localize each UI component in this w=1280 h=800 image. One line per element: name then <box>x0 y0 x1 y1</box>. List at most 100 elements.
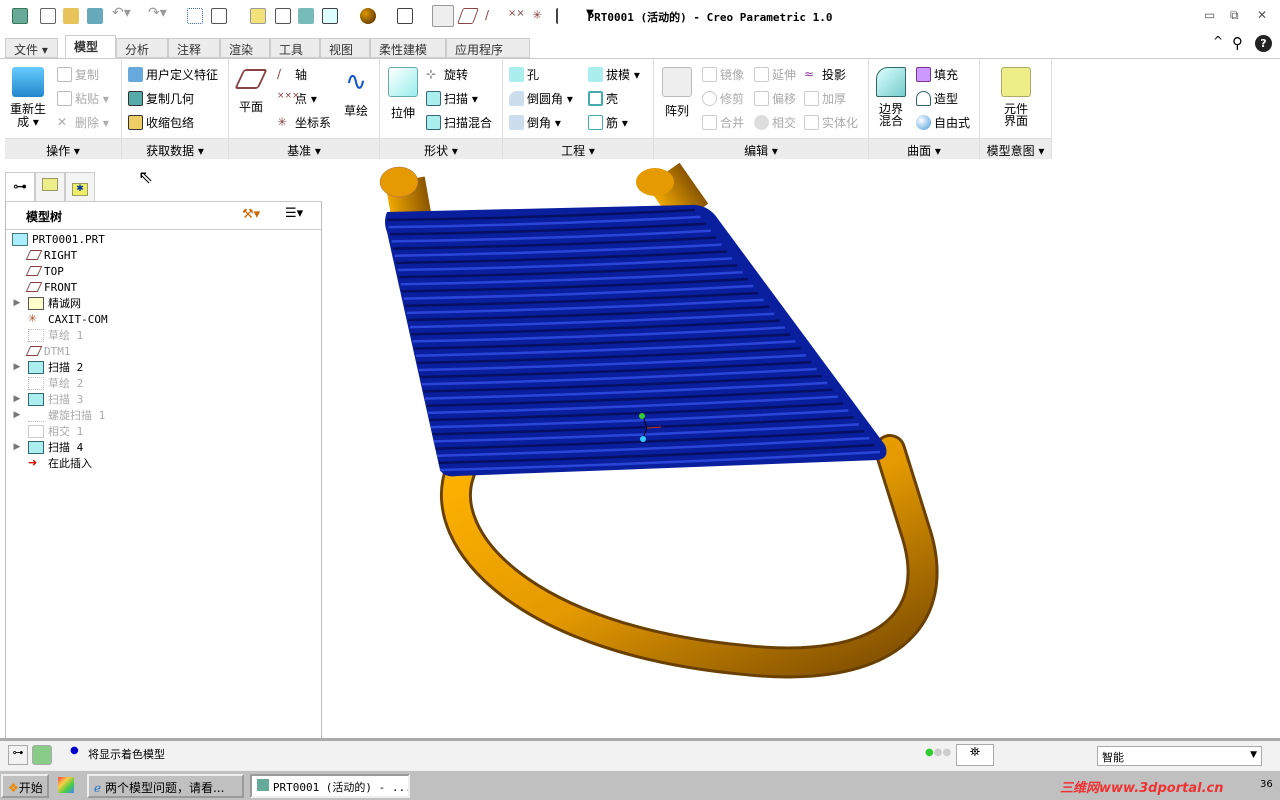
plane-button[interactable]: 平面 <box>233 69 269 114</box>
group-label-get-data[interactable]: 获取数据 ▾ <box>122 138 228 159</box>
extrude-button[interactable]: 拉伸 <box>386 67 420 120</box>
mirror-button[interactable]: 镜像 <box>702 66 744 83</box>
tree-item[interactable]: ➜ 在此插入 <box>6 455 92 471</box>
tree-item[interactable]: ▶ 扫描 4 <box>6 439 83 455</box>
shrinkwrap-button[interactable]: 收缩包络 <box>128 114 194 131</box>
merge-button[interactable]: 合并 <box>702 114 744 131</box>
ie-icon: ℯ <box>94 781 102 795</box>
revolve-button[interactable]: ⊹ 旋转 <box>426 66 468 83</box>
copy-geometry-button[interactable]: 复制几何 <box>128 90 194 107</box>
tree-item[interactable]: 相交 1 <box>6 423 83 439</box>
point-button[interactable]: ××× 点 ▾ <box>277 90 317 107</box>
selection-filter-select[interactable]: 智能 ▼ <box>1097 746 1262 766</box>
thicken-button[interactable]: 加厚 <box>804 90 846 107</box>
sketch-button[interactable]: ∿ 草绘 <box>339 67 373 118</box>
freestyle-button[interactable]: 自由式 <box>916 114 970 131</box>
tree-item[interactable]: ▶ 螺旋扫描 1 <box>6 407 106 423</box>
tab-tools[interactable]: 工具 <box>270 38 320 58</box>
sweep-button[interactable]: 扫描 ▾ <box>426 90 478 107</box>
shell-button[interactable]: 壳 <box>588 90 618 107</box>
tab-render[interactable]: 渲染 <box>220 38 270 58</box>
tree-item[interactable]: TOP <box>6 263 64 279</box>
search-icon[interactable]: ⚲ <box>1232 34 1243 52</box>
taskbar-item-browser[interactable]: ℯ 两个模型问题，请看... <box>87 774 244 798</box>
udf-button[interactable]: 用户定义特征 <box>128 66 218 83</box>
solidify-button[interactable]: 实体化 <box>804 114 858 131</box>
group-label-model-intent[interactable]: 模型意图 ▾ <box>980 138 1051 159</box>
offset-button[interactable]: 偏移 <box>754 90 796 107</box>
group-label-operations[interactable]: 操作 ▾ <box>5 138 121 159</box>
tree-item[interactable]: 草绘 2 <box>6 375 83 391</box>
group-label-editing[interactable]: 编辑 ▾ <box>654 138 868 159</box>
tab-model-tree[interactable]: ⊶ <box>5 172 35 203</box>
expand-arrow-icon[interactable]: ▶ <box>6 394 28 404</box>
component-interface-button[interactable]: 元件界面 <box>998 67 1034 127</box>
tab-favorites[interactable]: ✱ <box>65 172 95 202</box>
graphics-viewport[interactable] <box>325 160 1280 735</box>
pattern-button[interactable]: 阵列 <box>660 67 694 118</box>
navigator-toggle-icon[interactable]: ⊶ <box>8 745 28 765</box>
tab-folder-browser[interactable] <box>35 172 65 202</box>
regenerate-button[interactable]: 重新生成 ▾ <box>8 67 48 129</box>
project-button[interactable]: ≈ 投影 <box>804 66 846 83</box>
tree-item[interactable]: ✳ CAXIT-COM <box>6 311 108 327</box>
intersect-button[interactable]: 相交 <box>754 114 796 131</box>
folder-icon <box>42 178 58 191</box>
draft-button[interactable]: 拔模 ▾ <box>588 66 640 83</box>
expand-arrow-icon[interactable]: ▶ <box>6 442 28 452</box>
tab-annotate[interactable]: 注释 <box>168 38 220 58</box>
tab-applications[interactable]: 应用程序 <box>446 38 530 58</box>
style-button[interactable]: 造型 <box>916 90 958 107</box>
extend-button[interactable]: 延伸 <box>754 66 796 83</box>
expand-arrow-icon[interactable]: ▶ <box>6 362 28 372</box>
fill-button[interactable]: 填充 <box>916 66 958 83</box>
close-button[interactable]: ✕ <box>1257 8 1267 22</box>
group-label-datum[interactable]: 基准 ▾ <box>229 138 379 159</box>
group-surfaces: 边界混合 填充 造型 自由式 曲面 ▾ <box>869 59 980 159</box>
minimize-button[interactable]: ▭ <box>1204 8 1215 22</box>
tab-view[interactable]: 视图 <box>320 38 370 58</box>
expand-arrow-icon[interactable]: ▶ <box>6 410 28 420</box>
tree-item[interactable]: DTM1 <box>6 343 71 359</box>
rib-button[interactable]: 筋 ▾ <box>588 114 628 131</box>
tab-file[interactable]: 文件 ▾ <box>5 38 58 58</box>
show-options-icon[interactable]: ☰▾ <box>285 206 303 221</box>
extrude-icon <box>388 67 418 97</box>
axis-button[interactable]: / 轴 <box>277 66 307 83</box>
chamfer-button[interactable]: 倒角 ▾ <box>509 114 561 131</box>
taskbar-item-creo[interactable]: PRT0001 (活动的) - ... <box>250 774 410 798</box>
quicklaunch-icon[interactable] <box>58 777 74 793</box>
paste-button[interactable]: 粘贴 ▾ <box>57 90 109 107</box>
collapse-ribbon-icon[interactable]: ^ <box>1213 34 1223 48</box>
group-operations: 重新生成 ▾ 复制 粘贴 ▾ ✕ 删除 ▾ 操作 ▾ <box>5 59 122 159</box>
help-icon[interactable]: ? <box>1255 35 1272 52</box>
tree-item[interactable]: ▶ 扫描 2 <box>6 359 83 375</box>
group-label-engineering[interactable]: 工程 ▾ <box>503 138 653 159</box>
tree-item[interactable]: FRONT <box>6 279 77 295</box>
group-label-surfaces[interactable]: 曲面 ▾ <box>869 138 979 159</box>
tree-item[interactable]: 草绘 1 <box>6 327 83 343</box>
tree-item[interactable]: RIGHT <box>6 247 77 263</box>
find-button[interactable]: ⛯ <box>956 744 994 766</box>
tree-settings-icon[interactable]: ⚒▾ <box>242 207 260 222</box>
csys-button[interactable]: ✳ 坐标系 <box>277 114 331 131</box>
swept-blend-button[interactable]: 扫描混合 <box>426 114 492 131</box>
tree-item[interactable]: PRT0001.PRT <box>6 231 105 247</box>
expand-arrow-icon[interactable]: ▶ <box>6 298 28 308</box>
delete-button[interactable]: ✕ 删除 ▾ <box>57 114 109 131</box>
revolve-icon: ⊹ <box>426 67 437 81</box>
round-button[interactable]: 倒圆角 ▾ <box>509 90 573 107</box>
start-button[interactable]: ❖开始 <box>1 774 49 798</box>
group-label-shape[interactable]: 形状 ▾ <box>380 138 502 159</box>
boundary-blend-button[interactable]: 边界混合 <box>873 67 909 127</box>
tab-analysis[interactable]: 分析 <box>116 38 168 58</box>
trim-button[interactable]: 修剪 <box>702 90 744 107</box>
browser-toggle-icon[interactable] <box>32 745 52 765</box>
tab-flexible-modeling[interactable]: 柔性建模 <box>370 38 446 58</box>
hole-button[interactable]: 孔 <box>509 66 539 83</box>
tab-model[interactable]: 模型 <box>65 35 116 58</box>
restore-button[interactable]: ⧉ <box>1230 8 1239 23</box>
tree-item[interactable]: ▶ 扫描 3 <box>6 391 83 407</box>
tree-item[interactable]: ▶ 精诚网 <box>6 295 81 311</box>
copy-button[interactable]: 复制 <box>57 66 99 83</box>
